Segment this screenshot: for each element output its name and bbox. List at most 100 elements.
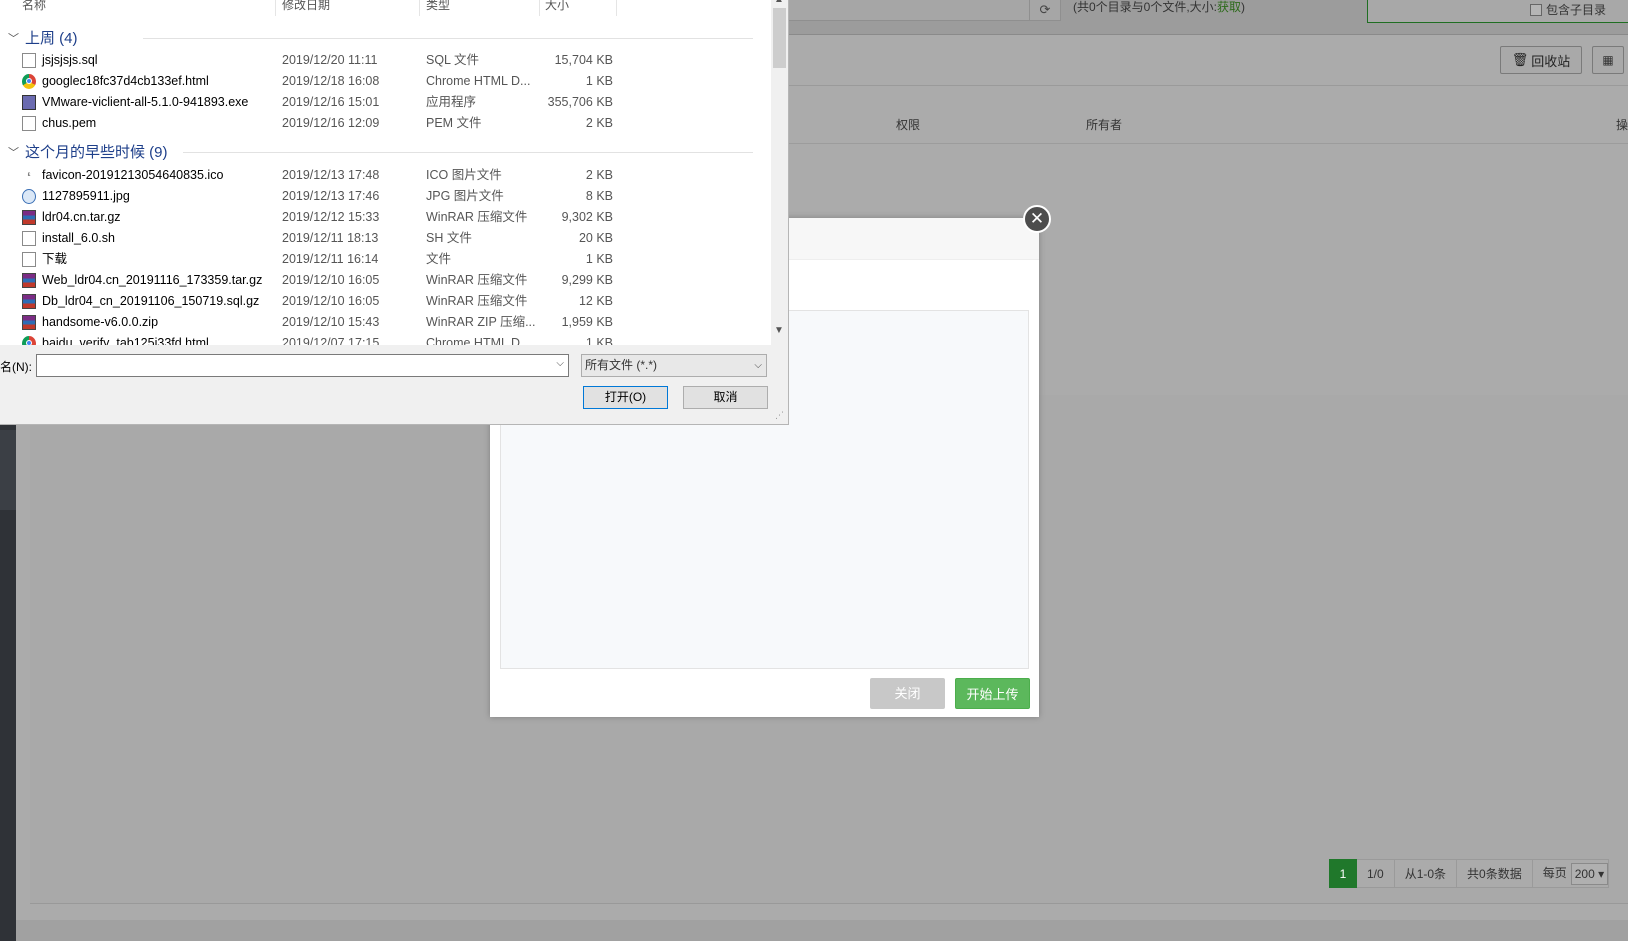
file-name: favicon-20191213054640835.ico [42, 168, 224, 182]
file-date: 2019/12/12 15:33 [282, 210, 380, 224]
page-total: 共0条数据 [1457, 859, 1533, 888]
file-size: 2 KB [585, 116, 613, 130]
grid-view-icon[interactable]: ▦ [1592, 46, 1624, 74]
file-row[interactable]: install_6.0.sh 2019/12/11 18:13 SH 文件 20… [0, 228, 771, 249]
resize-grip-icon[interactable]: ⋰ [775, 410, 784, 421]
path-input[interactable] [760, 0, 1030, 21]
file-row[interactable]: ᵋ favicon-20191213054640835.ico 2019/12/… [0, 165, 771, 186]
exe-icon [22, 95, 36, 110]
page-range: 从1-0条 [1394, 859, 1458, 888]
column-divider[interactable] [275, 0, 276, 16]
file-row[interactable]: baidu_verify_tab125i33fd.html 2019/12/07… [0, 333, 771, 345]
file-type: WinRAR ZIP 压缩... [426, 315, 536, 329]
group-divider [143, 38, 753, 39]
file-row[interactable]: chus.pem 2019/12/16 12:09 PEM 文件 2 KB [0, 113, 771, 134]
column-permission[interactable]: 权限 [896, 116, 920, 133]
file-date: 2019/12/13 17:46 [282, 189, 380, 203]
close-button[interactable]: 关闭 [870, 678, 945, 709]
file-row[interactable]: ldr04.cn.tar.gz 2019/12/12 15:33 WinRAR … [0, 207, 771, 228]
file-row[interactable]: VMware-viclient-all-5.1.0-941893.exe 201… [0, 92, 771, 113]
chevron-down-icon[interactable]: ⌵ [556, 358, 564, 369]
file-row[interactable]: Web_ldr04.cn_20191116_173359.tar.gz 2019… [0, 270, 771, 291]
sidebar-active-item[interactable] [0, 430, 16, 510]
column-owner[interactable]: 所有者 [1086, 116, 1122, 133]
file-name: chus.pem [42, 116, 97, 130]
recycle-bin-button[interactable]: 🗑 回收站 [1500, 46, 1582, 74]
column-operations[interactable]: 操 [1616, 116, 1628, 133]
chevron-down-icon: ⌵ [754, 360, 762, 371]
file-date: 2019/12/16 15:01 [282, 95, 380, 109]
per-page: 每页 200 ▾ [1532, 859, 1610, 888]
group-earlier-this-month[interactable]: ﹀ 这个月的早些时候 (9) [8, 141, 753, 162]
file-row[interactable]: 1127895911.jpg 2019/12/13 17:46 JPG 图片文件… [0, 186, 771, 207]
column-size[interactable]: 大小 [545, 0, 569, 13]
column-date[interactable]: 修改日期 [282, 0, 330, 13]
scrollbar-thumb[interactable] [773, 8, 786, 68]
cancel-button[interactable]: 取消 [683, 386, 768, 409]
file-type: WinRAR 压缩文件 [426, 273, 528, 287]
file-icon [22, 116, 36, 131]
filename-label: 名(N): [0, 360, 32, 374]
file-name: VMware-viclient-all-5.1.0-941893.exe [42, 95, 249, 109]
file-size: 9,299 KB [561, 273, 613, 287]
filetype-value: 所有文件 (*.*) [585, 358, 658, 372]
file-name: install_6.0.sh [42, 231, 115, 245]
filetype-select[interactable]: 所有文件 (*.*) ⌵ [581, 354, 767, 377]
include-subdir-checkbox[interactable] [1530, 3, 1542, 16]
file-row[interactable]: handsome-v6.0.0.zip 2019/12/10 15:43 Win… [0, 312, 771, 333]
file-icon [22, 231, 36, 246]
scroll-up-icon[interactable]: ▲ [774, 0, 784, 5]
refresh-icon[interactable]: ⟳ [1029, 0, 1061, 21]
file-date: 2019/12/16 12:09 [282, 116, 380, 130]
file-size: 1 KB [585, 74, 613, 88]
file-size: 355,706 KB [547, 95, 613, 109]
scroll-down-icon[interactable]: ▼ [774, 325, 784, 336]
column-divider[interactable] [539, 0, 540, 16]
chrome-icon [22, 74, 36, 89]
file-name: jsjsjsjs.sql [42, 53, 98, 67]
file-date: 2019/12/10 16:05 [282, 273, 380, 287]
start-upload-button[interactable]: 开始上传 [955, 678, 1030, 709]
file-size: 1 KB [585, 252, 613, 266]
pagination: 1 1/0 从1-0条 共0条数据 每页 200 ▾ [1329, 859, 1610, 888]
close-icon[interactable]: ✕ [1023, 205, 1051, 233]
file-size: 12 KB [578, 294, 613, 308]
filename-input[interactable]: ⌵ [36, 354, 569, 377]
file-name: Web_ldr04.cn_20191116_173359.tar.gz [42, 273, 263, 287]
file-icon [22, 53, 36, 68]
file-date: 2019/12/10 15:43 [282, 315, 380, 329]
file-row[interactable]: jsjsjsjs.sql 2019/12/20 11:11 SQL 文件 15,… [0, 50, 771, 71]
file-date: 2019/12/10 16:05 [282, 294, 380, 308]
file-row[interactable]: 下载 2019/12/11 16:14 文件 1 KB [0, 249, 771, 270]
file-name: Db_ldr04_cn_20191106_150719.sql.gz [42, 294, 260, 308]
column-divider[interactable] [419, 0, 420, 16]
file-name: ldr04.cn.tar.gz [42, 210, 121, 224]
chevron-down-icon: ﹀ [8, 32, 19, 45]
file-type: 文件 [426, 252, 452, 266]
file-name: baidu_verify_tab125i33fd.html [42, 336, 209, 345]
file-type: PEM 文件 [426, 116, 482, 130]
file-name: handsome-v6.0.0.zip [42, 315, 159, 329]
file-list-scrollbar[interactable]: ▲ ▼ [771, 0, 788, 345]
file-size: 8 KB [585, 189, 613, 203]
file-type: WinRAR 压缩文件 [426, 294, 528, 308]
group-last-week[interactable]: ﹀ 上周 (4) [8, 27, 753, 48]
column-divider[interactable] [616, 0, 617, 16]
file-row[interactable]: googlec18fc37d4cb133ef.html 2019/12/18 1… [0, 71, 771, 92]
file-date: 2019/12/11 16:14 [282, 252, 379, 266]
rar-icon [22, 210, 36, 225]
file-type: SQL 文件 [426, 53, 480, 67]
open-button[interactable]: 打开(O) [583, 386, 668, 409]
column-name[interactable]: 名称 [22, 0, 46, 13]
file-size: 1 KB [585, 336, 613, 345]
per-page-select[interactable]: 200 ▾ [1570, 862, 1609, 885]
toolbar-divider [760, 85, 1628, 86]
get-size-link[interactable]: 获取 [1217, 0, 1241, 14]
file-row[interactable]: Db_ldr04_cn_20191106_150719.sql.gz 2019/… [0, 291, 771, 312]
page-current[interactable]: 1 [1329, 859, 1357, 888]
column-type[interactable]: 类型 [426, 0, 450, 13]
include-subdir[interactable]: 包含子目录 [1530, 1, 1606, 18]
file-type: 应用程序 [426, 95, 477, 109]
file-name: 下载 [42, 252, 68, 266]
file-size: 20 KB [578, 231, 613, 245]
